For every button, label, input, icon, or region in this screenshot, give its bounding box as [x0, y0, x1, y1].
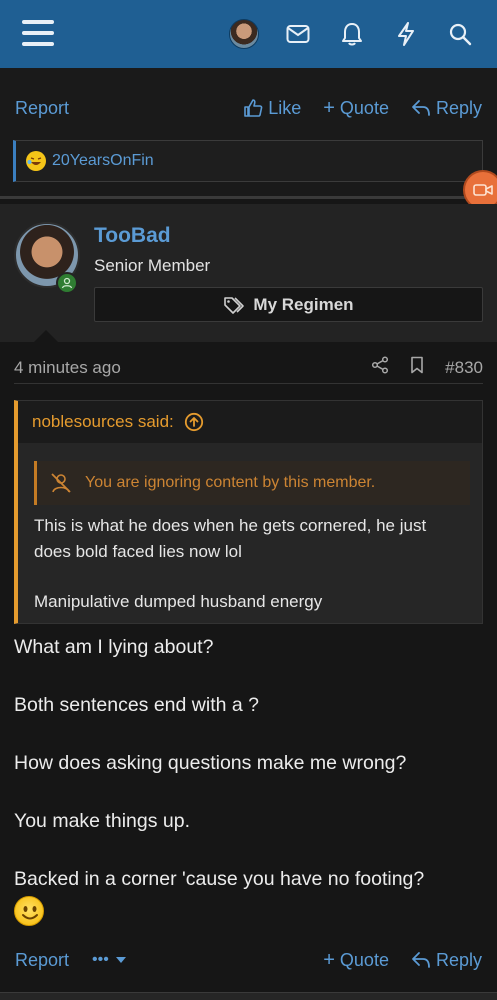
my-regimen-button[interactable]: My Regimen: [94, 287, 483, 322]
reply-label: Reply: [435, 949, 482, 970]
report-link[interactable]: Report: [15, 950, 69, 971]
message-line-1: What am I lying about?: [14, 636, 214, 658]
bookmark-icon[interactable]: [409, 356, 425, 379]
message-line-3: How does asking questions make me wrong?: [14, 752, 407, 774]
smile-emoji-icon: [14, 896, 44, 926]
online-status-icon: [56, 272, 78, 294]
reaction-bar[interactable]: 20YearsOnFin: [13, 140, 483, 182]
post-meta-actions: #830: [371, 356, 483, 379]
message-line-5: Backed in a corner 'cause you have no fo…: [14, 868, 425, 890]
avatar[interactable]: [225, 17, 263, 51]
tags-icon: [224, 296, 245, 314]
post-action-group: + Quote Reply: [323, 949, 482, 972]
previous-post-footer: Report Like + Quote Reply 20YearsOnFin: [0, 68, 497, 196]
video-camera-icon: [473, 184, 493, 196]
post-author-username[interactable]: TooBad: [94, 224, 171, 248]
bottom-divider: [0, 992, 497, 1000]
ignored-notice-text: You are ignoring content by this member.: [85, 474, 376, 491]
reply-button[interactable]: Reply: [411, 98, 482, 119]
post-number[interactable]: #830: [445, 358, 483, 378]
quote-text-line-1: This is what he does when he gets corner…: [34, 516, 427, 535]
envelope-icon[interactable]: [279, 17, 317, 51]
search-icon[interactable]: [441, 17, 479, 51]
report-link[interactable]: Report: [15, 98, 69, 119]
previous-post-actions: Report Like + Quote Reply: [0, 90, 497, 126]
reply-label: Reply: [435, 97, 482, 118]
post-actions: Report ••• + Quote Reply: [0, 942, 497, 978]
quote-block: noblesources said: You are ignoring cont…: [14, 400, 483, 624]
like-label: Like: [268, 97, 302, 118]
message-line-2: Both sentences end with a ?: [14, 694, 259, 716]
user-avatar-image: [229, 19, 259, 49]
plus-icon: +: [323, 948, 335, 971]
nav-icons: [225, 17, 479, 51]
quote-button[interactable]: + Quote: [323, 97, 389, 120]
post-time[interactable]: 4 minutes ago: [14, 358, 121, 378]
more-options-button[interactable]: •••: [92, 951, 127, 969]
post-meta: 4 minutes ago #830: [14, 352, 483, 384]
like-button[interactable]: Like: [243, 98, 301, 119]
post-divider: [0, 196, 497, 199]
menu-icon[interactable]: [22, 20, 54, 46]
reply-icon: [412, 100, 430, 116]
my-regimen-label: My Regimen: [253, 294, 354, 314]
ignored-content-notice: You are ignoring content by this member.: [34, 461, 470, 505]
quote-label: Quote: [339, 97, 389, 118]
plus-icon: +: [323, 96, 335, 119]
muted-user-icon: [51, 473, 71, 493]
quote-author-label[interactable]: noblesources said:: [32, 412, 174, 432]
page: Report Like + Quote Reply 20YearsOnFin T…: [0, 0, 497, 1000]
chevron-down-icon: [115, 957, 126, 963]
reply-button[interactable]: Reply: [411, 950, 482, 971]
reply-icon: [412, 952, 430, 968]
bolt-icon[interactable]: [387, 17, 425, 51]
quote-header[interactable]: noblesources said:: [18, 401, 482, 443]
quote-text-line-3: Manipulative dumped husband energy: [34, 592, 323, 611]
bell-icon[interactable]: [333, 17, 371, 51]
more-options-label: •••: [92, 951, 109, 968]
post-user-header: TooBad Senior Member My Regimen: [0, 204, 497, 342]
arrow-up-circle-icon[interactable]: [184, 412, 204, 432]
header-pointer: [34, 330, 58, 342]
quote-text-line-2: does bold faced lies now lol: [34, 542, 242, 561]
top-nav-bar: [0, 0, 497, 68]
quote-button[interactable]: + Quote: [323, 949, 389, 972]
message-line-4: You make things up.: [14, 810, 190, 832]
quote-label: Quote: [339, 949, 389, 970]
laughing-emoji-icon: [26, 151, 46, 171]
share-icon[interactable]: [371, 356, 389, 379]
thumbs-up-icon: [244, 99, 263, 117]
reaction-username[interactable]: 20YearsOnFin: [52, 152, 154, 170]
previous-post-action-group: Like + Quote Reply: [243, 97, 482, 120]
post-author-title: Senior Member: [94, 256, 211, 275]
